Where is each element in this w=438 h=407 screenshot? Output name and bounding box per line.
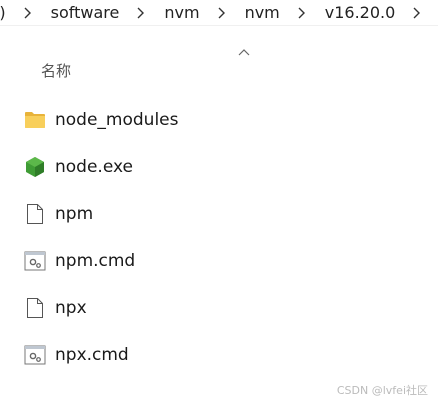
cmd-file-icon bbox=[24, 250, 46, 272]
file-icon bbox=[24, 297, 46, 319]
file-name: node.exe bbox=[55, 156, 133, 177]
breadcrumb-item-nvm[interactable]: nvm bbox=[162, 3, 201, 22]
chevron-right-icon[interactable] bbox=[20, 5, 36, 21]
file-name: npx.cmd bbox=[55, 344, 129, 365]
chevron-right-icon[interactable] bbox=[214, 5, 230, 21]
breadcrumb-item-software[interactable]: software bbox=[49, 3, 122, 22]
breadcrumb-item-nvm-2[interactable]: nvm bbox=[243, 3, 282, 22]
file-icon bbox=[24, 203, 46, 225]
watermark: CSDN @lvfei社区 bbox=[336, 384, 428, 397]
list-item-npm-cmd[interactable]: npm.cmd bbox=[0, 237, 438, 284]
column-header: 名称 bbox=[0, 47, 438, 93]
folder-icon bbox=[24, 109, 46, 131]
list-item-npx-cmd[interactable]: npx.cmd bbox=[0, 331, 438, 378]
list-item-npm[interactable]: npm bbox=[0, 190, 438, 237]
chevron-right-icon[interactable] bbox=[133, 5, 149, 21]
file-list: node_modules node.exe npm npm.cmd npx np… bbox=[0, 96, 438, 378]
chevron-right-icon[interactable] bbox=[409, 5, 425, 21]
sort-ascending-icon bbox=[237, 47, 251, 57]
list-item-node-exe[interactable]: node.exe bbox=[0, 143, 438, 190]
file-name: npx bbox=[55, 297, 87, 318]
nodejs-icon bbox=[24, 156, 46, 178]
breadcrumb-item-drive[interactable]: :) bbox=[0, 3, 8, 22]
list-item-npx[interactable]: npx bbox=[0, 284, 438, 331]
column-header-name[interactable]: 名称 bbox=[41, 60, 71, 81]
cmd-file-icon bbox=[24, 344, 46, 366]
file-name: npm bbox=[55, 203, 94, 224]
file-explorer-window: :) software nvm nvm v16.20.0 名称 bbox=[0, 0, 438, 407]
list-item-node-modules[interactable]: node_modules bbox=[0, 96, 438, 143]
breadcrumb: :) software nvm nvm v16.20.0 bbox=[0, 0, 438, 26]
file-name: node_modules bbox=[55, 109, 179, 130]
chevron-right-icon[interactable] bbox=[294, 5, 310, 21]
breadcrumb-item-version[interactable]: v16.20.0 bbox=[323, 3, 398, 22]
file-name: npm.cmd bbox=[55, 250, 136, 271]
